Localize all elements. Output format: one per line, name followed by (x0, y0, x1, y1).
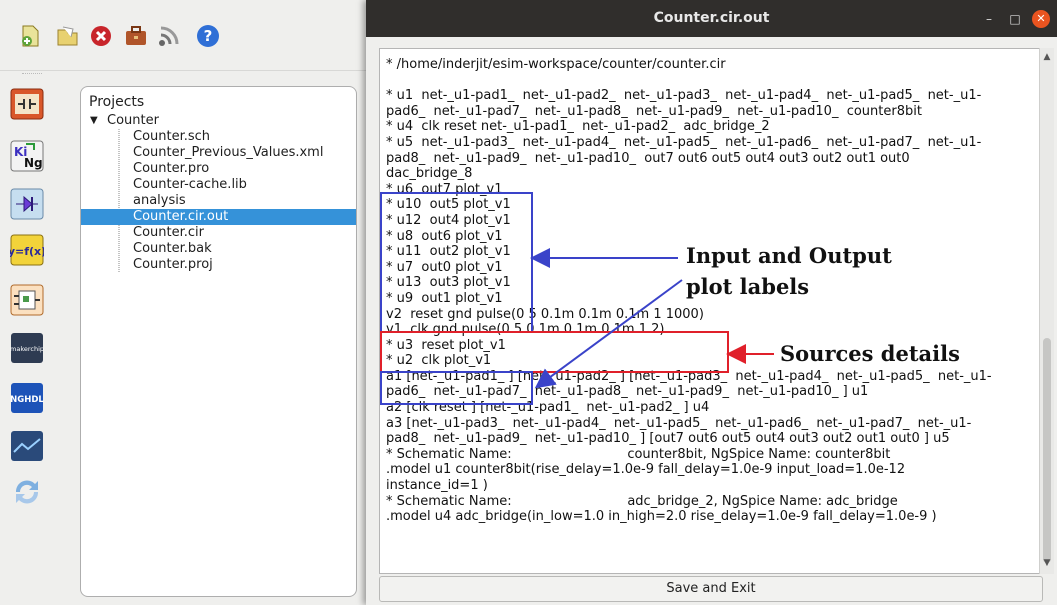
help-icon[interactable]: ? (196, 24, 220, 48)
scroll-down-icon[interactable]: ▼ (1040, 558, 1054, 570)
briefcase-icon[interactable] (124, 24, 148, 48)
tree-file-label: analysis (133, 193, 186, 208)
vertical-scrollbar[interactable]: ▲ ▼ (1039, 48, 1054, 574)
svg-text:makerchip: makerchip (10, 345, 44, 353)
netlist-line: pad8_ net-_u1-pad9_ net-_u1-pad10_ ] [ou… (386, 431, 950, 447)
save-and-exit-button[interactable]: Save and Exit (379, 576, 1043, 602)
minimize-button[interactable]: – (980, 10, 998, 28)
window-title: Counter.cir.out (653, 10, 770, 26)
netlist-line: * u4 clk reset net-_u1-pad1_ net-_u1-pad… (386, 119, 770, 135)
tree-file-item[interactable]: Counter.cir (81, 225, 356, 241)
close-project-icon[interactable] (89, 24, 113, 48)
maximize-button[interactable]: □ (1006, 10, 1024, 28)
tree-file-label: Counter.pro (133, 161, 210, 176)
netlist-line: .model u1 counter8bit(rise_delay=1.0e-9 … (386, 462, 906, 478)
netlist-line: a3 [net-_u1-pad3_ net-_u1-pad4_ net-_u1-… (386, 415, 972, 431)
main-toolbar: ? (0, 0, 370, 71)
netlist-line: * Schematic Name: counter8bit, NgSpice N… (386, 446, 891, 462)
kicad-to-ngspice-icon[interactable]: Ki Ng (10, 140, 44, 172)
wifi-icon[interactable] (157, 24, 181, 48)
makerchip-icon[interactable]: makerchip (10, 332, 44, 364)
tree-file-item[interactable]: Counter-cache.lib (81, 177, 356, 193)
scrollbar-thumb[interactable] (1043, 338, 1051, 563)
tree-file-label: Counter-cache.lib (133, 177, 247, 192)
close-button[interactable]: ✕ (1032, 10, 1050, 28)
svg-text:y=f(x): y=f(x) (10, 245, 44, 258)
netlist-line: * u1 net-_u1-pad1_ net-_u1-pad2_ net-_u1… (386, 88, 982, 104)
annotation-plot-labels-line2: plot labels (686, 274, 810, 299)
nghdl-icon[interactable]: NGHDL (10, 382, 44, 414)
tree-file-label: Counter.sch (133, 129, 211, 144)
schematic-editor-icon[interactable] (10, 88, 44, 120)
toolbar-grip (22, 73, 42, 77)
netlist-line: pad8_ net-_u1-pad9_ net-_u1-pad10_ out7 … (386, 150, 910, 166)
new-project-icon[interactable] (18, 24, 42, 48)
tree-file-item[interactable]: Counter.bak (81, 241, 356, 257)
refresh-icon[interactable] (10, 474, 44, 506)
tree-file-label: Counter.proj (133, 257, 213, 272)
sources-highlight-box (380, 331, 729, 373)
tree-file-item[interactable]: Counter.pro (81, 161, 356, 177)
tree-file-item[interactable]: Counter.proj (81, 257, 356, 273)
svg-text:NGHDL: NGHDL (10, 395, 44, 405)
plot-labels-highlight-box (380, 192, 533, 333)
projects-panel: Projects ▼ Counter Counter.sch Counter_Pr… (80, 86, 357, 597)
omedit-icon[interactable] (10, 430, 44, 462)
subcircuit-icon[interactable] (10, 284, 44, 316)
annotation-sources-details: Sources details (780, 341, 960, 366)
tree-file-item[interactable]: Counter.cir.out (81, 209, 356, 225)
svg-text:Ng: Ng (24, 156, 43, 170)
netlist-line: * /home/inderjit/esim-workspace/counter/… (386, 57, 726, 72)
model-editor-icon[interactable]: y=f(x) (8, 234, 46, 266)
tree-file-item[interactable]: Counter.sch (81, 129, 356, 145)
tree-file-label: Counter.cir.out (133, 209, 229, 224)
tree-file-label: Counter_Previous_Values.xml (133, 145, 324, 160)
esim-main-window: ? KiNg y=f(x) makerchip NGHDL Projects ▼… (0, 0, 370, 605)
tree-file-item[interactable]: analysis (81, 193, 356, 209)
netlist-line: dac_bridge_8 (386, 166, 473, 182)
tree-file-label: Counter.cir (133, 225, 204, 240)
footprint-editor-icon[interactable] (10, 188, 44, 220)
netlist-line: .model u4 adc_bridge(in_low=1.0 in_high=… (386, 509, 937, 525)
netlist-line: pad6_ net-_u1-pad7_ net-_u1-pad8_ net-_u… (386, 103, 922, 119)
scroll-up-icon[interactable]: ▲ (1040, 52, 1054, 64)
open-project-icon[interactable] (55, 24, 79, 48)
svg-text:?: ? (204, 27, 213, 45)
input-plot-labels-highlight-box (380, 371, 533, 405)
annotation-plot-labels-line1: Input and Output (686, 243, 892, 268)
title-bar[interactable]: Counter.cir.out – □ ✕ (366, 0, 1057, 37)
netlist-line: * u5 net-_u1-pad3_ net-_u1-pad4_ net-_u1… (386, 134, 982, 150)
tree-file-label: Counter.bak (133, 241, 212, 256)
tree-file-item[interactable]: Counter_Previous_Values.xml (81, 145, 356, 161)
netlist-line: * Schematic Name: adc_bridge_2, NgSpice … (386, 493, 898, 509)
netlist-line: instance_id=1 ) (386, 478, 488, 494)
